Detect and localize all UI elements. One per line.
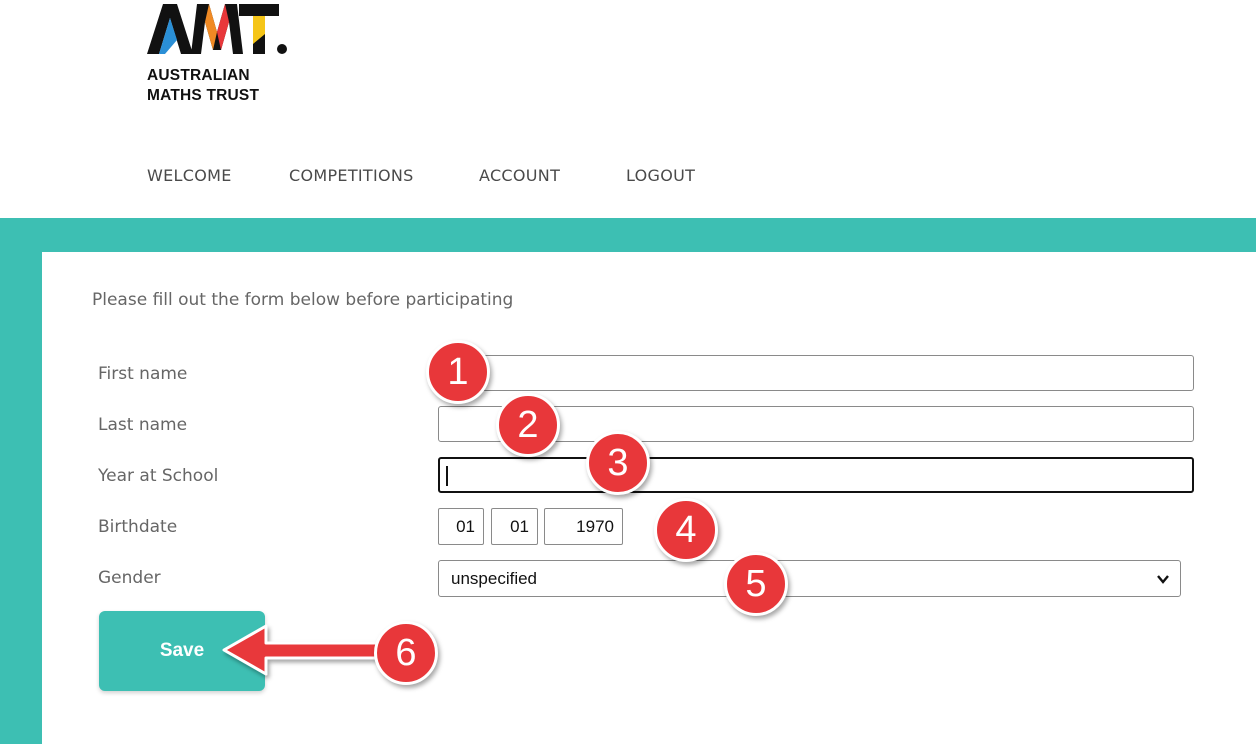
- callout-badge-6: 6: [374, 621, 438, 685]
- gender-label: Gender: [98, 568, 161, 588]
- birthdate-month-input[interactable]: 01: [491, 508, 538, 545]
- nav-welcome[interactable]: WELCOME: [147, 166, 232, 185]
- chevron-down-icon: [1157, 575, 1169, 584]
- callout-arrow-icon: [222, 624, 382, 676]
- callout-badge-2: 2: [496, 393, 560, 457]
- callout-badge-3: 3: [586, 431, 650, 495]
- amt-logo[interactable]: AUSTRALIAN MATHS TRUST: [147, 4, 292, 110]
- page: AUSTRALIAN MATHS TRUST WELCOME COMPETITI…: [0, 0, 1256, 744]
- birthdate-label: Birthdate: [98, 517, 178, 537]
- nav-competitions[interactable]: COMPETITIONS: [289, 166, 414, 185]
- nav-account[interactable]: ACCOUNT: [479, 166, 560, 185]
- callout-badge-1: 1: [426, 340, 490, 404]
- form-intro-text: Please fill out the form below before pa…: [92, 290, 514, 310]
- logo-line-maths-trust: MATHS TRUST: [147, 87, 260, 104]
- amt-logo-mark: [147, 4, 287, 54]
- year-at-school-input[interactable]: [438, 457, 1194, 493]
- first-name-label: First name: [98, 364, 188, 384]
- birthdate-year-input[interactable]: 1970: [544, 508, 623, 545]
- callout-badge-5: 5: [724, 552, 788, 616]
- text-caret: [446, 466, 448, 486]
- year-at-school-label: Year at School: [98, 466, 219, 486]
- gender-select[interactable]: unspecified: [438, 560, 1181, 597]
- callout-badge-4: 4: [654, 498, 718, 562]
- logo-line-australian: AUSTRALIAN: [147, 67, 250, 84]
- nav-logout[interactable]: LOGOUT: [626, 166, 695, 185]
- gender-selected-value: unspecified: [451, 569, 538, 588]
- birthdate-day-input[interactable]: 01: [438, 508, 484, 545]
- last-name-label: Last name: [98, 415, 188, 435]
- first-name-input[interactable]: [438, 355, 1194, 391]
